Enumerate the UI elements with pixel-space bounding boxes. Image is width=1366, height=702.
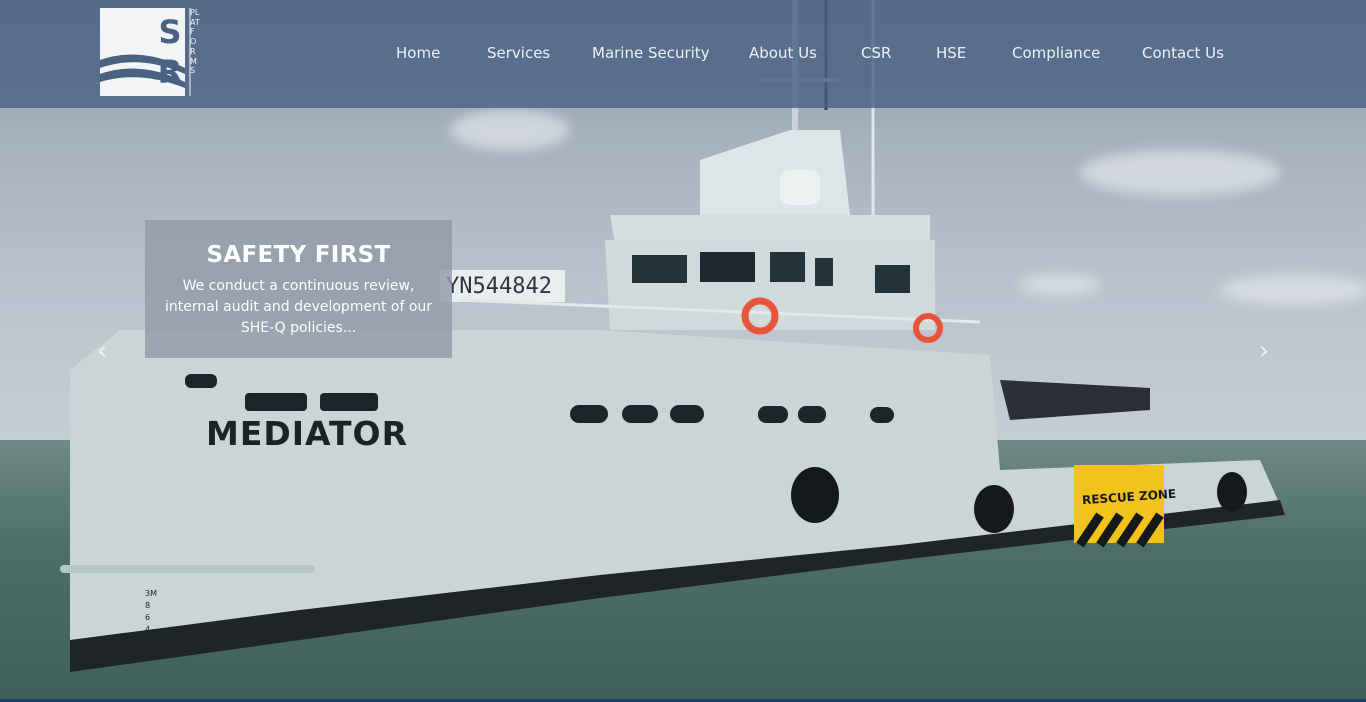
site-logo[interactable]: SR PLATFORMS: [100, 8, 200, 98]
hull-code-label: YN544842: [446, 274, 552, 299]
site-header: SR PLATFORMS Home Services Marine Securi…: [0, 0, 1366, 108]
nav-hse[interactable]: HSE: [936, 44, 966, 62]
chevron-left-icon[interactable]: ‹: [90, 338, 114, 364]
draft-mark: 6: [145, 613, 151, 622]
nav-compliance[interactable]: Compliance: [1012, 44, 1100, 62]
nav-home[interactable]: Home: [396, 44, 440, 62]
logo-letters: SR: [157, 13, 183, 91]
nav-contact-us[interactable]: Contact Us: [1142, 44, 1224, 62]
nav-marine-security[interactable]: Marine Security: [592, 44, 710, 62]
nav-csr[interactable]: CSR: [861, 44, 891, 62]
chevron-right-icon[interactable]: ›: [1252, 338, 1276, 364]
slide-title: SAFETY FIRST: [206, 242, 391, 268]
draft-marks: 3M 8 6 4 2: [145, 588, 157, 648]
nav-services[interactable]: Services: [487, 44, 550, 62]
slide-text: We conduct a continuous review, internal…: [164, 278, 433, 336]
ship-name-label: MEDIATOR: [206, 414, 409, 453]
nav-about-us[interactable]: About Us: [749, 44, 817, 62]
draft-mark: 2: [145, 637, 151, 646]
draft-mark: 3M: [145, 589, 157, 598]
draft-mark: 4: [145, 625, 151, 634]
logo-side-text: PLATFORMS: [190, 8, 200, 76]
slide-caption: SAFETY FIRST We conduct a continuous rev…: [145, 220, 452, 358]
draft-mark: 8: [145, 601, 151, 610]
